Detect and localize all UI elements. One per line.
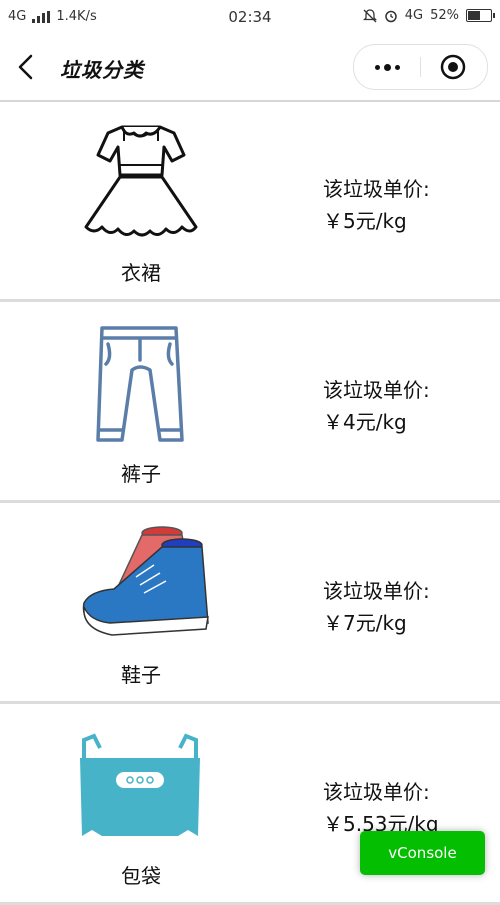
close-target-icon[interactable]: [440, 54, 466, 80]
battery-percent: 52%: [430, 8, 459, 23]
garbage-list: 衣裙 该垃圾单价: ￥5元/kg 裤子 该垃圾单价: ￥4元/kg 鞋子 该垃圾…: [0, 101, 500, 905]
bag-icon: [80, 733, 200, 836]
item-price: ￥4元/kg: [323, 410, 407, 434]
item-name: 衣裙: [121, 261, 161, 285]
price-label: 该垃圾单价:: [323, 177, 430, 201]
pants-icon: [96, 326, 184, 442]
mute-bell-icon: [362, 8, 377, 22]
vconsole-button[interactable]: vConsole: [360, 831, 485, 875]
item-name: 包袋: [121, 864, 161, 888]
status-bar: 4G 1.4K/s 02:34 4G 52%: [0, 0, 500, 34]
list-item[interactable]: 裤子 该垃圾单价: ￥4元/kg: [0, 302, 500, 503]
shoes-icon: [82, 526, 209, 636]
price-label: 该垃圾单价:: [323, 780, 430, 804]
item-price: ￥5元/kg: [323, 209, 407, 233]
list-item[interactable]: 衣裙 该垃圾单价: ￥5元/kg: [0, 101, 500, 302]
nav-bar: 垃圾分类: [0, 34, 500, 102]
status-right: 4G 52%: [362, 8, 495, 23]
battery-icon: [466, 9, 495, 22]
alarm-icon: [384, 10, 397, 22]
item-name: 裤子: [121, 462, 161, 486]
price-label: 该垃圾单价:: [323, 378, 430, 402]
list-item[interactable]: 鞋子 该垃圾单价: ￥7元/kg: [0, 503, 500, 704]
network-right-label: 4G: [404, 8, 424, 23]
more-icon[interactable]: [354, 45, 420, 89]
page-title: 垃圾分类: [60, 58, 144, 82]
back-icon[interactable]: [10, 51, 42, 83]
item-price: ￥7元/kg: [323, 611, 407, 635]
dress-icon: [84, 125, 198, 237]
item-name: 鞋子: [121, 663, 161, 687]
menu-capsule: [353, 44, 488, 90]
price-label: 该垃圾单价:: [323, 579, 430, 603]
capsule-divider: [420, 57, 421, 77]
